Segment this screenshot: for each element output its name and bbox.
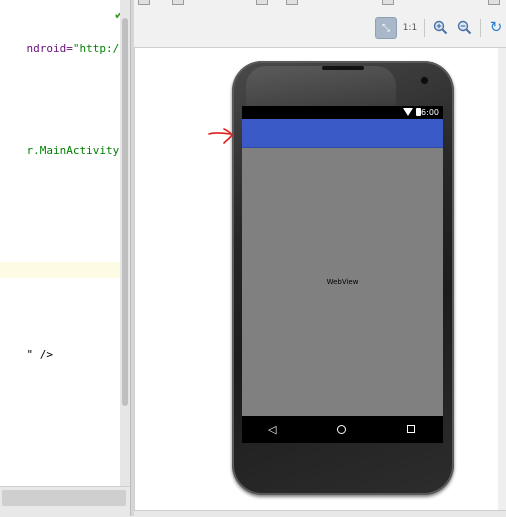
device-earpiece (322, 66, 364, 70)
refresh-button[interactable]: ↻ (486, 17, 506, 37)
toolbar-top-icon[interactable] (286, 0, 298, 5)
webview-label: WebView (326, 278, 359, 286)
navigation-bar: ◁ (242, 416, 443, 443)
annotation-arrow-icon (208, 128, 233, 144)
refresh-icon: ↻ (489, 18, 503, 36)
status-bar: 6:00 (242, 106, 443, 119)
preview-toolbar: ⤡ 1:1 ↻ (134, 0, 506, 48)
zoom-in-icon (433, 20, 447, 34)
actual-size-button[interactable]: 1:1 (399, 17, 421, 39)
code-tag-end: " /> (26, 348, 54, 361)
wifi-icon (403, 108, 413, 116)
zoom-out-icon (457, 20, 471, 34)
caret-line-highlight (0, 262, 120, 278)
zoom-out-button[interactable] (454, 17, 474, 37)
editor-scroll-thumb[interactable] (122, 18, 128, 406)
preview-vertical-scrollbar[interactable] (498, 48, 506, 510)
home-icon[interactable] (337, 425, 346, 434)
code-line: r.MainActivity"> (0, 127, 121, 157)
fit-screen-icon: ⤡ (382, 22, 390, 34)
status-time: 6:00 (421, 108, 439, 117)
recent-apps-icon[interactable] (407, 425, 415, 433)
zoom-in-button[interactable] (430, 17, 450, 37)
toolbar-top-icon[interactable] (172, 0, 184, 5)
code-string: r.MainActivity" (26, 144, 121, 157)
toolbar-top-icon[interactable] (138, 0, 150, 5)
code-attribute: ndroid= (26, 42, 73, 55)
toolbar-separator (480, 19, 481, 37)
toolbar-separator (424, 19, 425, 37)
code-line: ndroid="http://sche (0, 25, 121, 55)
actual-size-label: 1:1 (402, 23, 418, 33)
app-action-bar[interactable] (242, 119, 443, 148)
code-line: " /> (0, 331, 54, 361)
toolbar-top-icon[interactable] (488, 0, 500, 5)
webview-widget[interactable]: WebView (242, 148, 443, 416)
device-camera (420, 76, 429, 85)
code-string: "http://sche (72, 42, 120, 55)
toolbar-top-icon[interactable] (382, 0, 394, 5)
toolbar-top-icon[interactable] (256, 0, 268, 5)
zoom-to-fit-button[interactable]: ⤡ (375, 17, 397, 39)
editor-horizontal-thumb[interactable] (2, 490, 126, 506)
back-icon[interactable]: ◁ (268, 424, 276, 435)
code-editor[interactable]: ndroid="http://sche r.MainActivity"> " /… (0, 0, 120, 486)
